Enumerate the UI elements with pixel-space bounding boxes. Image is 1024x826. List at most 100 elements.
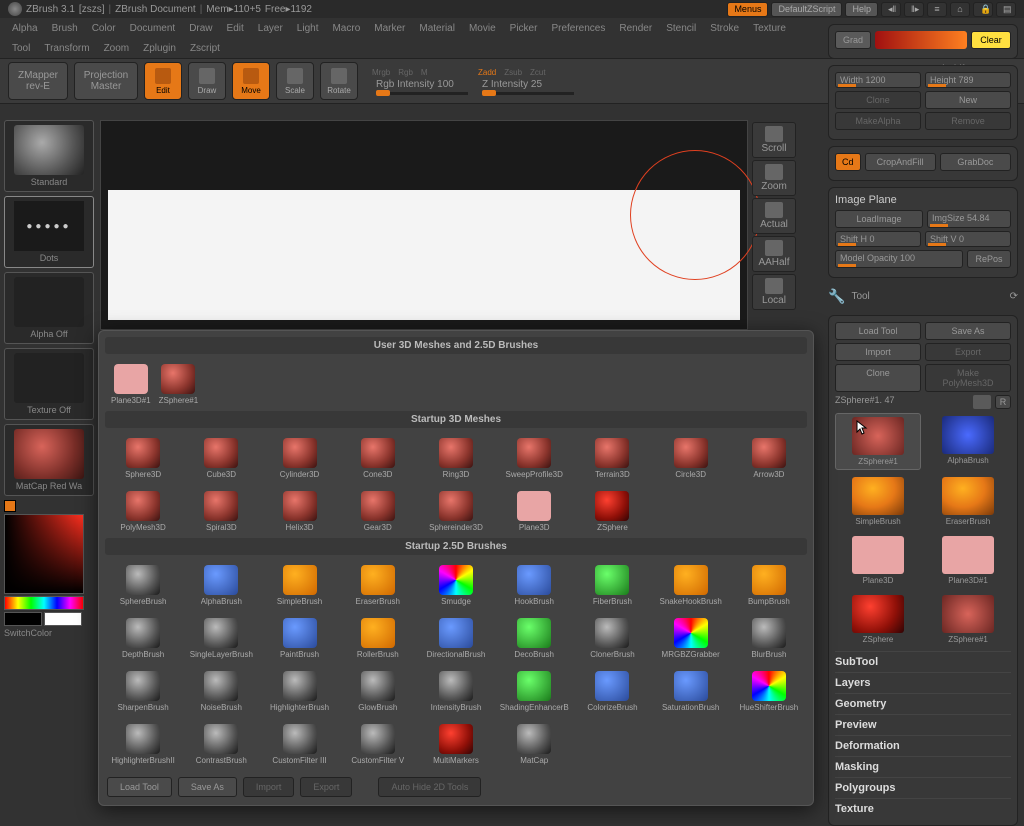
popup-import-button[interactable]: Import [243,777,295,797]
help-button[interactable]: Help [845,2,878,17]
new-doc-button[interactable]: New [925,91,1011,109]
menu-transform[interactable]: Transform [38,41,95,56]
remove-button[interactable]: Remove [925,112,1011,130]
picker-item[interactable]: Smudge [418,563,494,608]
nav-prev-icon[interactable]: ◂‖ [881,2,901,17]
menu-brush[interactable]: Brush [46,21,84,36]
menu-stencil[interactable]: Stencil [660,21,702,36]
actual-button[interactable]: Actual [752,198,796,234]
picker-item[interactable]: FiberBrush [574,563,650,608]
import-button[interactable]: Import [835,343,921,361]
clone-button[interactable]: Clone [835,364,921,392]
zadd-toggle[interactable]: Zadd [478,68,496,77]
polymesh-button[interactable]: Make PolyMesh3D [925,364,1011,392]
menu-zplugin[interactable]: Zplugin [137,41,182,56]
menu-picker[interactable]: Picker [504,21,544,36]
popup-loadtool-button[interactable]: Load Tool [107,777,172,797]
popup-saveas-button[interactable]: Save As [178,777,237,797]
zoom-button[interactable]: Zoom [752,160,796,196]
material-preview[interactable]: MatCap Red Wa [4,424,94,496]
picker-item[interactable]: AlphaBrush [183,563,259,608]
picker-item[interactable]: NoiseBrush [183,669,259,714]
menu-color[interactable]: Color [86,21,122,36]
menu-zscript[interactable]: Zscript [184,41,226,56]
tool-slider[interactable] [973,395,991,409]
cd-button[interactable]: Cd [835,153,861,171]
color-b[interactable] [44,612,82,626]
zcut-toggle[interactable]: Zcut [530,68,546,77]
picker-item[interactable]: Arrow3D [731,436,807,481]
picker-item[interactable]: HighlighterBrush [261,669,337,714]
makealpha-button[interactable]: MakeAlpha [835,112,921,130]
color-a[interactable] [4,612,42,626]
section-subtool[interactable]: SubTool [835,651,1011,672]
picker-item[interactable]: ShadingEnhancerB [496,669,572,714]
picker-item[interactable]: SphereBrush [105,563,181,608]
user-item[interactable]: Plane3D#1 [109,362,153,407]
picker-item[interactable]: PolyMesh3D [105,489,181,534]
height-slider[interactable]: Height 789 [925,72,1011,88]
picker-item[interactable]: CustomFilter III [261,722,337,767]
section-texture[interactable]: Texture [835,798,1011,819]
picker-item[interactable]: MatCap [496,722,572,767]
user-item[interactable]: ZSphere#1 [157,362,201,407]
picker-item[interactable]: MRGBZGrabber [653,616,729,661]
menu-light[interactable]: Light [291,21,325,36]
zsub-toggle[interactable]: Zsub [504,68,522,77]
menu-texture[interactable]: Texture [747,21,792,36]
menu-stroke[interactable]: Stroke [704,21,745,36]
projection-master-button[interactable]: ProjectionMaster [74,62,138,100]
picker-item[interactable]: ZSphere [574,489,650,534]
picker-item[interactable]: PaintBrush [261,616,337,661]
rotate-button[interactable]: Rotate [320,62,358,100]
picker-item[interactable]: ColorizeBrush [574,669,650,714]
popup-autohide-button[interactable]: Auto Hide 2D Tools [378,777,481,797]
picker-item[interactable]: Gear3D [340,489,416,534]
home-icon[interactable]: ⌂ [950,2,970,17]
texture-preview[interactable]: Texture Off [4,348,94,420]
loadtool-button[interactable]: Load Tool [835,322,921,340]
shiftv-slider[interactable]: Shift V 0 [925,231,1011,247]
grabdoc-button[interactable]: GrabDoc [940,153,1011,171]
menu-draw[interactable]: Draw [183,21,218,36]
tool-item-eraser[interactable]: EraserBrush [925,474,1011,529]
picker-item[interactable]: Sphere3D [105,436,181,481]
section-layers[interactable]: Layers [835,672,1011,693]
section-polygroups[interactable]: Polygroups [835,777,1011,798]
picker-item[interactable]: Cylinder3D [261,436,337,481]
z-intensity-slider[interactable]: Z Intensity 25 [478,79,578,95]
rgb-toggle[interactable]: Rgb [398,68,413,77]
color-swatch[interactable] [4,500,16,512]
picker-item[interactable]: BumpBrush [731,563,807,608]
cropandfill-button[interactable]: CropAndFill [865,153,936,171]
menus-button[interactable]: Menus [727,2,768,17]
local-button[interactable]: Local [752,274,796,310]
export-button[interactable]: Export [925,343,1011,361]
picker-item[interactable]: DepthBrush [105,616,181,661]
aahalf-button[interactable]: AAHalf [752,236,796,272]
color-picker[interactable] [4,514,84,594]
picker-item[interactable]: SweepProfile3D [496,436,572,481]
picker-item[interactable]: Cube3D [183,436,259,481]
brush-preview[interactable]: Standard [4,120,94,192]
picker-item[interactable]: Ring3D [418,436,494,481]
picker-item[interactable]: DecoBrush [496,616,572,661]
picker-item[interactable]: SaturationBrush [653,669,729,714]
picker-item[interactable]: RollerBrush [340,616,416,661]
popup-export-button[interactable]: Export [300,777,352,797]
repos-button[interactable]: RePos [967,250,1011,268]
picker-item[interactable]: CustomFilter V [340,722,416,767]
picker-item[interactable]: Plane3D [496,489,572,534]
picker-item[interactable]: EraserBrush [340,563,416,608]
picker-item[interactable]: Terrain3D [574,436,650,481]
loadimage-button[interactable]: LoadImage [835,210,923,228]
zscript-button[interactable]: DefaultZScript [771,2,842,17]
picker-item[interactable]: ClonerBrush [574,616,650,661]
menu-document[interactable]: Document [124,21,182,36]
menu-edit[interactable]: Edit [221,21,250,36]
tool-item-simplebrush[interactable]: SimpleBrush [835,474,921,529]
tool-item-zsphere[interactable]: ZSphere [835,592,921,647]
menu-material[interactable]: Material [413,21,461,36]
picker-item[interactable]: Circle3D [653,436,729,481]
draw-button[interactable]: Draw [188,62,226,100]
